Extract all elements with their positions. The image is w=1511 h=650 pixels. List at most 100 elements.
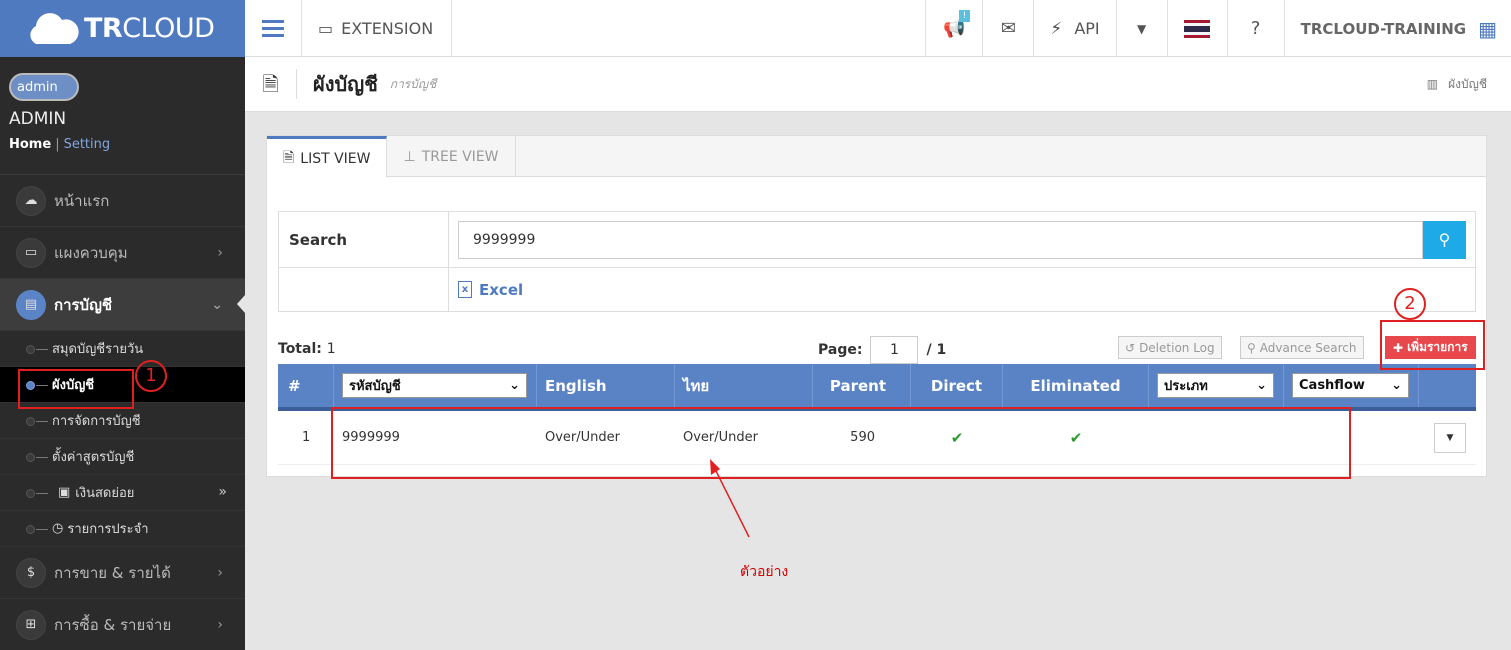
dollar-icon: $ bbox=[16, 557, 46, 588]
tab-list-view[interactable]: 🗎 LIST VIEW bbox=[267, 136, 388, 178]
chevron-right-icon: › bbox=[217, 617, 223, 633]
company-menu[interactable]: TRCLOUD-TRAINING ▦ bbox=[1285, 0, 1511, 57]
search-button[interactable]: ⚲ bbox=[1423, 220, 1466, 259]
user-panel: admin ADMIN Home | Setting bbox=[0, 57, 245, 175]
plug-icon: ⚡ bbox=[1050, 18, 1063, 39]
topbar: ▭ EXTENSION 📢 ! ✉ ⚡ API ▼ ? TRCLOUD-TRAI… bbox=[245, 0, 1511, 57]
clock-icon: ◷ bbox=[52, 521, 64, 536]
page-subtitle: การบัญชี bbox=[389, 76, 437, 91]
building-icon: ▦ bbox=[1478, 16, 1497, 41]
chevron-right-icon: › bbox=[217, 565, 223, 581]
highlight-add-button bbox=[1380, 320, 1485, 370]
double-chevron-right-icon: » bbox=[218, 484, 227, 500]
sidebar-item-home[interactable]: ☁ หน้าแรก bbox=[0, 175, 245, 227]
row-action-dropdown[interactable]: ▼ bbox=[1434, 422, 1466, 453]
sidebar-sub-recurring[interactable]: ◷ รายการประจำ bbox=[0, 511, 245, 547]
active-caret bbox=[237, 295, 245, 313]
advance-search-button[interactable]: ⚲ Advance Search bbox=[1240, 336, 1364, 359]
sidebar-item-label: การซื้อ & รายจ่าย bbox=[54, 615, 172, 634]
page-title-bar: 🗎 ผังบัญชี การบัญชี ▥ ผังบัญชี bbox=[245, 57, 1511, 112]
sitemap-icon: ⊥ bbox=[403, 148, 416, 165]
extension-button[interactable]: ▭ EXTENSION bbox=[302, 0, 453, 57]
select-value: รหัสบัญชี bbox=[349, 379, 401, 394]
select-value: ประเภท bbox=[1164, 379, 1208, 394]
cell-num: 1 bbox=[302, 430, 311, 445]
api-button[interactable]: ⚡ API bbox=[1034, 0, 1117, 57]
sidebar-item-dashboard[interactable]: ▭ แผงควบคุม › bbox=[0, 227, 245, 279]
book-icon: ▥ bbox=[1426, 76, 1439, 91]
dropdown-button[interactable]: ▼ bbox=[1117, 0, 1168, 57]
tab-label: TREE VIEW bbox=[421, 148, 499, 165]
total-count: 1 bbox=[326, 341, 336, 357]
cashflow-filter-select[interactable]: Cashflow ⌄ bbox=[1292, 373, 1409, 398]
language-button[interactable] bbox=[1168, 0, 1228, 57]
cart-icon: ⊞ bbox=[16, 609, 46, 640]
pager: Page: 1 / 1 bbox=[818, 336, 946, 364]
envelope-icon: ✉ bbox=[1000, 18, 1016, 39]
sidebar-item-sales[interactable]: $ การขาย & รายได้ › bbox=[0, 547, 245, 599]
advance-search-label: Advance Search bbox=[1259, 340, 1357, 355]
caret-down-icon: ▼ bbox=[1446, 432, 1454, 443]
sidebar-sub-label: เงินสดย่อย bbox=[75, 486, 135, 501]
page-title: ผังบัญชี bbox=[313, 72, 378, 96]
deletion-log-button[interactable]: ↺ Deletion Log bbox=[1118, 336, 1222, 359]
page-input[interactable]: 1 bbox=[870, 336, 919, 364]
excel-button[interactable]: x Excel bbox=[449, 268, 523, 311]
monitor-icon: ▭ bbox=[318, 19, 334, 38]
sidebar-sub-petty-cash[interactable]: ▣ เงินสดย่อย » bbox=[0, 475, 245, 511]
search-input[interactable]: 9999999 bbox=[458, 220, 1423, 259]
page-total: / 1 bbox=[926, 342, 947, 358]
mail-button[interactable]: ✉ bbox=[983, 0, 1035, 57]
code-filter-select[interactable]: รหัสบัญชี ⌄ bbox=[342, 373, 527, 398]
avatar[interactable]: admin bbox=[9, 73, 79, 101]
sidebar-sub-label: ตั้งค่าสูตรบัญชี bbox=[52, 450, 135, 465]
annotation-arrow bbox=[710, 459, 750, 538]
chevron-down-icon: ⌄ bbox=[1391, 378, 1402, 393]
search-label: Search bbox=[279, 212, 449, 267]
col-parent: Parent bbox=[813, 364, 911, 407]
id-card-icon: ▣ bbox=[58, 485, 71, 500]
type-filter-select[interactable]: ประเภท ⌄ bbox=[1157, 373, 1274, 398]
search-icon: ⚲ bbox=[1438, 230, 1451, 249]
sidebar-item-label: หน้าแรก bbox=[54, 191, 110, 210]
username: ADMIN bbox=[9, 109, 67, 129]
thai-flag-icon bbox=[1184, 19, 1211, 38]
highlight-example-row bbox=[331, 407, 1351, 479]
annotation-number-2: 2 bbox=[1394, 288, 1426, 320]
caret-down-icon: ▼ bbox=[1137, 21, 1147, 36]
sidebar-item-label: การบัญชี bbox=[54, 295, 113, 314]
sidebar-item-label: แผงควบคุม bbox=[54, 243, 128, 262]
breadcrumb-label: ผังบัญชี bbox=[1448, 76, 1487, 91]
help-button[interactable]: ? bbox=[1228, 0, 1285, 57]
sidebar-item-purchases[interactable]: ⊞ การซื้อ & รายจ่าย › bbox=[0, 599, 245, 650]
book-icon: ▤ bbox=[16, 289, 46, 320]
search-icon: ⚲ bbox=[1247, 340, 1256, 355]
setting-link[interactable]: Setting bbox=[64, 137, 111, 152]
home-link[interactable]: Home bbox=[9, 137, 51, 152]
sidebar-sub-label: รายการประจำ bbox=[67, 522, 149, 537]
highlight-sidebar-chart-of-accounts bbox=[18, 369, 134, 409]
sidebar-item-accounting[interactable]: ▤ การบัญชี ⌄ bbox=[0, 279, 245, 331]
brand-logo[interactable]: TR CLOUD bbox=[0, 0, 245, 57]
cloud-icon: ☁ bbox=[16, 185, 46, 216]
breadcrumb[interactable]: ▥ ผังบัญชี bbox=[1427, 75, 1487, 94]
chevron-down-icon: ⌄ bbox=[1256, 378, 1267, 393]
hamburger-menu-icon[interactable] bbox=[245, 0, 302, 57]
chevron-right-icon: › bbox=[217, 245, 223, 261]
tab-tree-view[interactable]: ⊥ TREE VIEW bbox=[387, 136, 516, 177]
brand-light: CLOUD bbox=[122, 13, 215, 44]
tab-label: LIST VIEW bbox=[300, 150, 371, 167]
annotation-example-label: ตัวอย่าง bbox=[740, 564, 789, 580]
sidebar: TR CLOUD admin ADMIN Home | Setting ☁ หน้า… bbox=[0, 0, 245, 650]
notification-badge: ! bbox=[958, 10, 971, 22]
excel-file-icon: x bbox=[458, 281, 472, 298]
sidebar-sub-label: สมุดบัญชีรายวัน bbox=[52, 342, 144, 357]
sidebar-sub-account-formula[interactable]: ตั้งค่าสูตรบัญชี bbox=[0, 439, 245, 475]
page-label: Page: bbox=[818, 342, 863, 358]
total-label: Total: bbox=[278, 341, 322, 357]
brand-bold: TR bbox=[84, 13, 123, 44]
sidebar-sub-journal[interactable]: สมุดบัญชีรายวัน bbox=[0, 331, 245, 367]
cloud-icon bbox=[24, 12, 80, 46]
monitor-icon: ▭ bbox=[16, 237, 46, 268]
announcement-button[interactable]: 📢 ! bbox=[926, 0, 984, 57]
